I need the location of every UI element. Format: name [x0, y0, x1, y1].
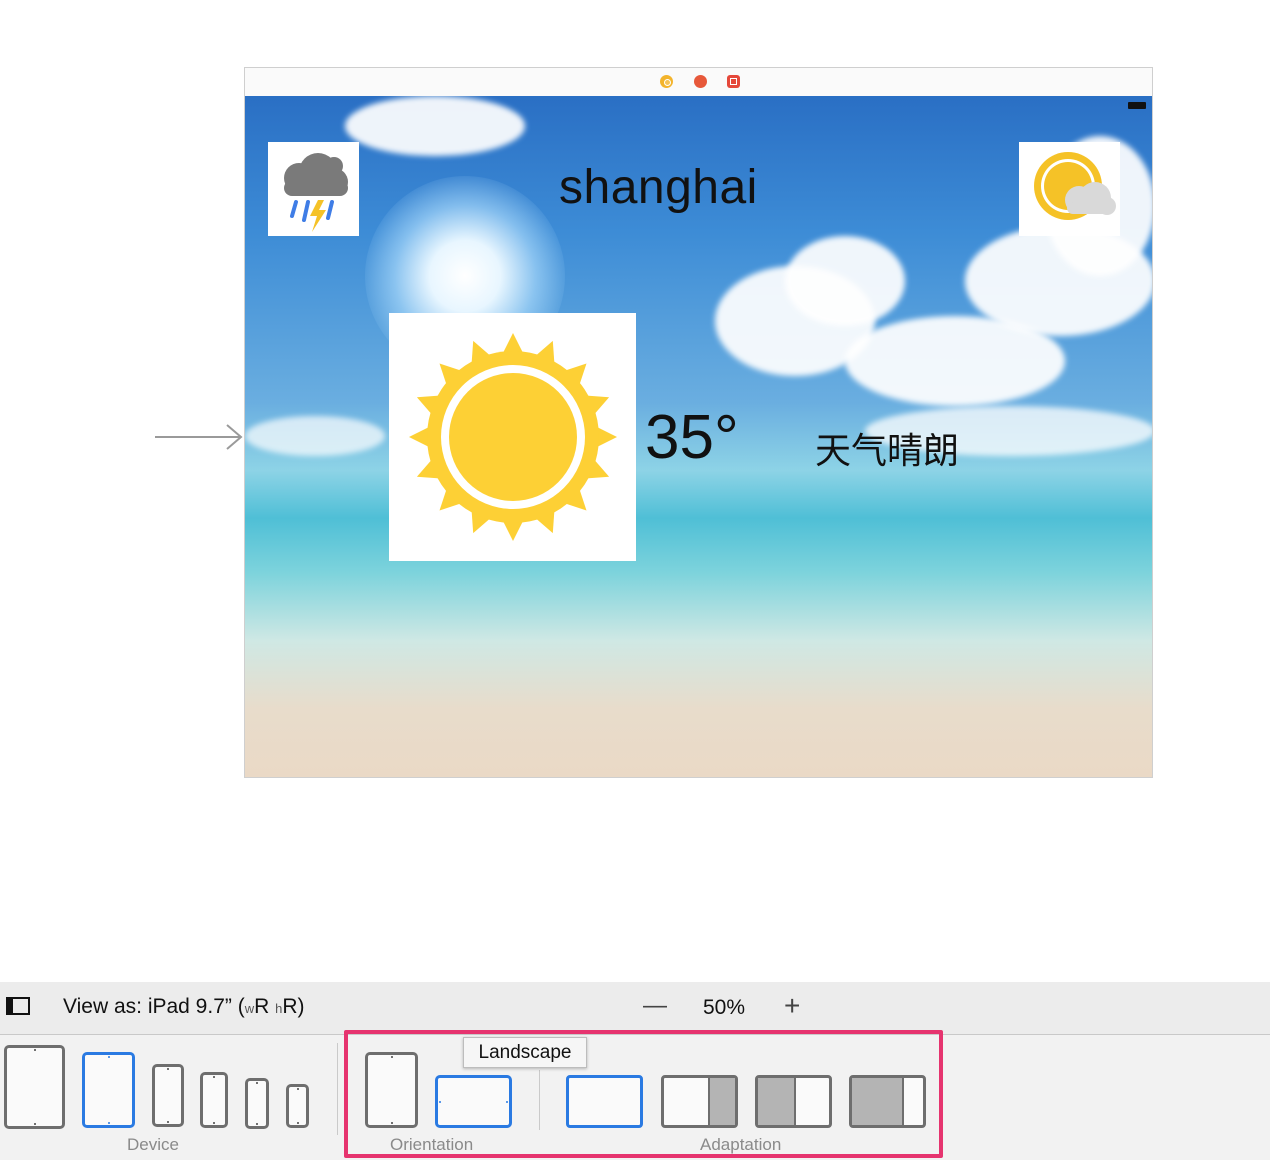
zoom-level: 50%	[703, 996, 746, 1019]
thunderstorm-image[interactable]	[268, 142, 359, 236]
background-image: shanghai 35° 天气晴朗	[245, 96, 1152, 777]
device-iphone-plus[interactable]	[152, 1064, 184, 1127]
thunderstorm-icon	[283, 153, 348, 232]
sidebar-toggle-icon[interactable]	[6, 997, 30, 1015]
initial-view-controller-arrow[interactable]	[155, 424, 245, 450]
exit-icon[interactable]	[727, 75, 740, 88]
sunny-image[interactable]	[389, 313, 636, 561]
partly-cloudy-image[interactable]	[1019, 142, 1120, 236]
temperature-label: 35°	[645, 403, 739, 472]
view-controller-icon[interactable]	[660, 75, 673, 88]
scene-frame[interactable]: shanghai 35° 天气晴朗	[244, 67, 1153, 778]
sunny-icon	[408, 333, 617, 541]
device-iphone-6[interactable]	[200, 1072, 228, 1128]
device-ipad-9-7[interactable]	[82, 1052, 135, 1128]
annotation-highlight-box	[344, 1030, 943, 1158]
view-as-label[interactable]: View as: iPad 9.7” (wR hR)	[63, 995, 305, 1019]
device-iphone-5[interactable]	[245, 1078, 269, 1129]
zoom-out-button[interactable]: —	[643, 992, 667, 1020]
device-ipad-pro-12-9[interactable]	[4, 1045, 65, 1129]
weather-description-label: 天气晴朗	[815, 430, 960, 471]
battery-icon	[1128, 102, 1146, 109]
first-responder-icon[interactable]	[694, 75, 707, 88]
separator	[337, 1043, 338, 1135]
zoom-in-button[interactable]: +	[784, 990, 800, 1022]
city-label: shanghai	[559, 161, 758, 214]
partly-cloudy-icon	[1033, 152, 1116, 220]
device-iphone-4[interactable]	[286, 1084, 309, 1128]
view-as-bar: View as: iPad 9.7” (wR hR) — 50% +	[0, 982, 1270, 1035]
scene-dock	[245, 68, 1152, 97]
device-label: Device	[127, 1135, 179, 1154]
